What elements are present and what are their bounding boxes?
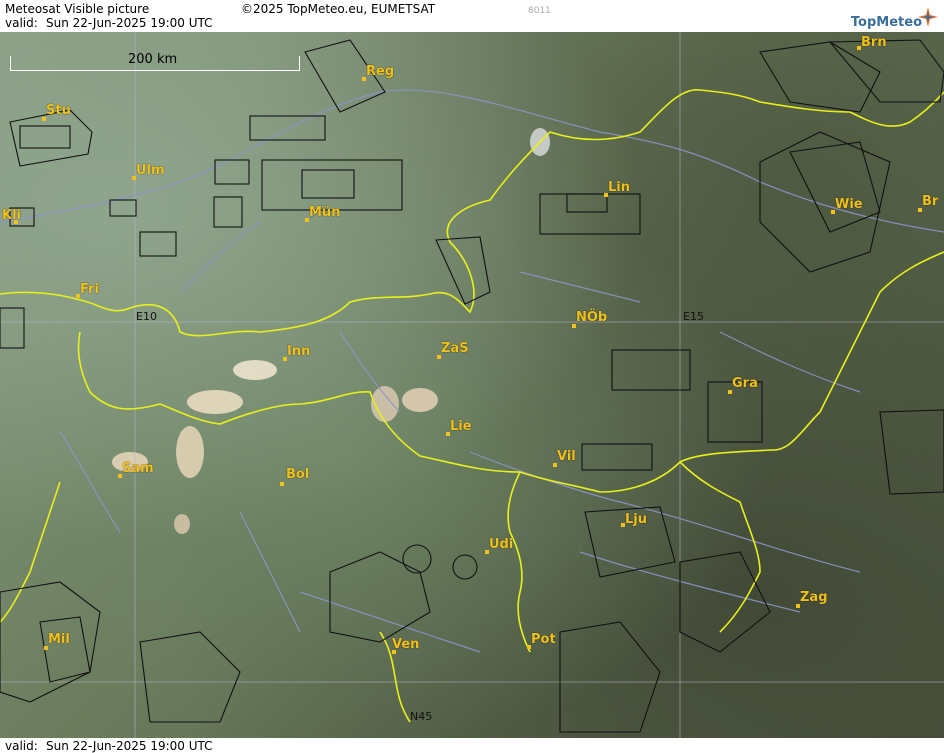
valid-time-bottom: Sun 22-Jun-2025 19:00 UTC [46,739,213,753]
map-overlay [0,32,944,738]
valid-label-top: valid: [5,16,38,30]
city-label[interactable]: Lie [450,420,472,434]
city-label[interactable]: Pot [531,633,556,647]
valid-label-bottom: valid: [5,739,38,753]
city-label[interactable]: Fri [80,283,99,297]
city-label[interactable]: Lin [608,181,630,195]
city-label[interactable]: Vil [557,450,576,464]
cloud-patches [112,128,550,534]
lon-label-e10: E10 [136,310,157,323]
city-label[interactable]: Kli [2,209,21,223]
city-label[interactable]: Inn [287,345,310,359]
airspace-zones [0,39,944,733]
city-label[interactable]: Wie [835,198,863,212]
logo-text: TopMeteo [850,15,922,30]
city-label[interactable]: Udi [489,538,513,552]
meteosat-page: { "header": { "title": "Meteosat Visible… [0,0,944,753]
lon-label-e15: E15 [683,310,704,323]
city-label[interactable]: Gra [732,377,758,391]
scale-label: 200 km [128,52,178,67]
city-label[interactable]: Reg [366,65,394,79]
city-label[interactable]: Lju [625,513,647,527]
city-label[interactable]: ZaS [441,342,469,356]
lat-label-n45: N45 [410,710,433,723]
city-label[interactable]: Ulm [136,164,165,178]
city-label[interactable]: Br [922,195,938,209]
city-label[interactable]: Stu [46,104,71,118]
city-label[interactable]: Ven [392,638,419,652]
map-title: Meteosat Visible picture [5,2,150,16]
valid-time-top: Sun 22-Jun-2025 19:00 UTC [46,16,213,30]
satellite-map[interactable]: 200 km E10 E15 N45 Reg Brn Stu Ulm Mün L… [0,32,944,738]
country-borders [0,89,944,723]
city-label[interactable]: Mün [309,206,340,220]
lat-lon-grid [0,32,944,738]
city-label[interactable]: NÖb [576,311,607,325]
city-label[interactable]: Brn [861,36,887,50]
city-marker [280,482,284,486]
product-code: 8011 [528,6,551,16]
city-label[interactable]: Sam [122,462,154,476]
city-label[interactable]: Mil [48,633,70,647]
copyright-text: ©2025 TopMeteo.eu, EUMETSAT [241,2,436,16]
city-label[interactable]: Bol [286,468,309,482]
city-label[interactable]: Zag [800,591,828,605]
